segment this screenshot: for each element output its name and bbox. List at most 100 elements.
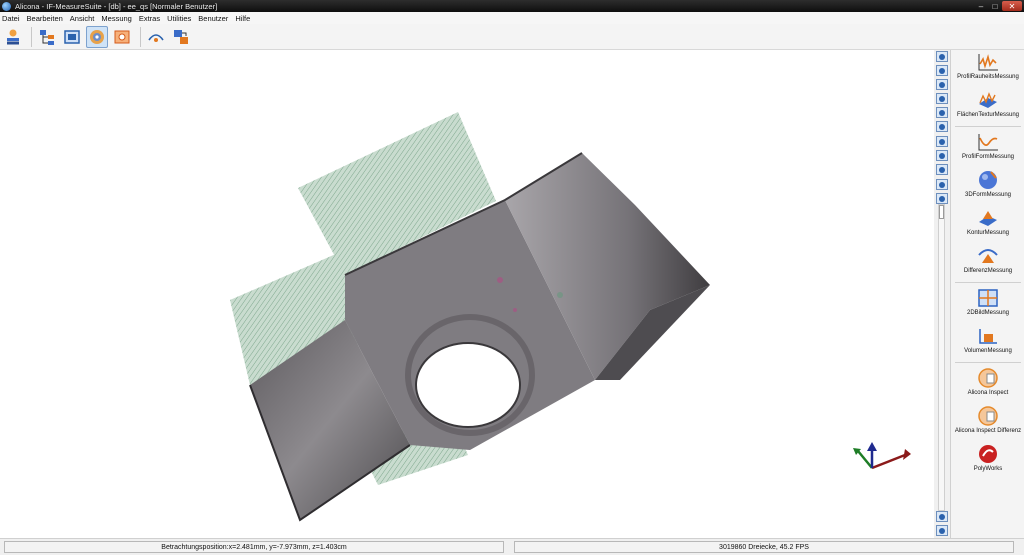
menu-extras[interactable]: Extras [139, 14, 160, 23]
render-info-text: 3019860 Dreiecke, 45.2 FPS [719, 543, 809, 551]
box-view-icon [939, 123, 945, 130]
save-button[interactable] [936, 179, 948, 190]
window-controls: – □ ✕ [974, 1, 1022, 11]
inspect-difference-icon [978, 406, 998, 426]
volume-icon [979, 329, 997, 344]
zoom-in-button[interactable] [936, 51, 948, 62]
texture-speck [497, 277, 503, 283]
frame-select-button[interactable] [61, 26, 83, 48]
polyworks[interactable]: PolyWorks [951, 442, 1024, 478]
3d-form-messung[interactable]: 3DFormMessung [951, 168, 1024, 204]
polyworks-icon [979, 445, 997, 463]
menu-bar: Datei Bearbeiten Ansicht Messung Extras … [0, 12, 1024, 24]
status-bar: Betrachtungsposition:x=2.481mm, y=-7.973… [0, 538, 1024, 555]
zoom-in-icon [939, 53, 945, 60]
side-item-label: 3DFormMessung [964, 192, 1011, 198]
save-icon [939, 181, 945, 188]
texture-speck [557, 292, 563, 298]
close-button[interactable]: ✕ [1002, 1, 1022, 11]
light-button[interactable] [936, 150, 948, 161]
measurement-curve-icon [148, 33, 164, 42]
menu-bearbeiten[interactable]: Bearbeiten [27, 14, 63, 23]
expand-button[interactable] [936, 511, 948, 522]
area-texture-icon [979, 92, 997, 108]
toolbar-separator [31, 26, 32, 47]
window-title: Alicona - IF-MeasureSuite - [db] - ee_qs… [15, 1, 218, 11]
pointer-button[interactable] [936, 136, 948, 147]
measurement-curve-button[interactable] [145, 26, 167, 48]
texture-speck [513, 308, 517, 312]
menu-benutzer[interactable]: Benutzer [198, 14, 228, 23]
zoom-out-button[interactable] [936, 65, 948, 76]
panel-separator [955, 362, 1021, 363]
tree-hierarchy-icon [40, 29, 54, 45]
side-item-label: DifferenzMessung [963, 268, 1013, 274]
home-button[interactable] [936, 79, 948, 90]
maximize-button[interactable]: □ [988, 1, 1002, 11]
contour-icon [979, 211, 997, 226]
difference-icon [978, 249, 998, 263]
fit-button[interactable] [936, 193, 948, 204]
image-view-button[interactable] [111, 26, 133, 48]
panel-separator [955, 282, 1021, 283]
profil-form-messung[interactable]: ProfilFormMessung [951, 130, 1024, 166]
pointer-icon [939, 138, 945, 145]
side-item-label: VolumenMessung [964, 348, 1012, 354]
view-position-field: Betrachtungsposition:x=2.481mm, y=-7.973… [4, 541, 504, 553]
vertical-scrollbar[interactable] [938, 204, 945, 511]
3d-view-icon [90, 29, 104, 44]
side-item-label: 2DBildMessung [966, 310, 1010, 316]
expand-icon [939, 513, 945, 520]
menu-hilfe[interactable]: Hilfe [235, 14, 250, 23]
profil-rauheits-messung[interactable]: ProfilRauheitsMessung [951, 50, 1024, 86]
menu-utilities[interactable]: Utilities [167, 14, 191, 23]
3d-viewport[interactable] [0, 50, 934, 538]
side-item-label: KonturMessung [966, 230, 1010, 236]
main-toolbar [0, 24, 1024, 50]
side-item-label: FlächenTexturMessung [956, 112, 1020, 118]
rotate-icon [939, 95, 945, 102]
menu-ansicht[interactable]: Ansicht [70, 14, 95, 23]
flaechen-textur-messung[interactable]: FlächenTexturMessung [951, 88, 1024, 124]
user-stack-button[interactable] [2, 26, 24, 48]
user-stack-icon [7, 29, 19, 44]
rotate-button[interactable] [936, 93, 948, 104]
volumen-messung[interactable]: VolumenMessung [951, 324, 1024, 360]
2d-bild-messung[interactable]: 2DBildMessung [951, 286, 1024, 322]
title-bar: Alicona - IF-MeasureSuite - [db] - ee_qs… [0, 0, 1024, 12]
3d-view-button[interactable] [86, 25, 108, 48]
home-icon [939, 81, 945, 88]
light-icon [939, 152, 945, 159]
measurement-panel: ProfilRauheitsMessung FlächenTexturMessu… [950, 50, 1024, 538]
minimize-button[interactable]: – [974, 1, 988, 11]
3d-surface-model[interactable] [0, 50, 934, 538]
menu-datei[interactable]: Datei [2, 14, 20, 23]
3d-form-icon [979, 171, 997, 189]
side-item-label: ProfilRauheitsMessung [957, 74, 1019, 80]
toolbar-separator [140, 26, 141, 47]
transfer-button[interactable] [170, 26, 192, 48]
image-view-icon [114, 30, 130, 43]
measure-point-button[interactable] [936, 164, 948, 175]
collapse-button[interactable] [936, 525, 948, 536]
differenz-messung[interactable]: DifferenzMessung [951, 244, 1024, 280]
alicona-inspect-differenz[interactable]: Alicona Inspect Differenz [951, 404, 1024, 440]
alicona-inspect[interactable]: Alicona Inspect [951, 366, 1024, 402]
scrollbar-thumb[interactable] [939, 205, 944, 219]
measure-point-icon [939, 166, 945, 173]
side-item-label: ProfilFormMessung [961, 154, 1014, 160]
alicona-app-icon [2, 1, 11, 11]
kontur-messung[interactable]: KonturMessung [951, 206, 1024, 242]
collapse-icon [939, 527, 945, 534]
tree-hierarchy-button[interactable] [36, 26, 58, 48]
frame-select-icon [64, 29, 80, 44]
menu-messung[interactable]: Messung [101, 14, 131, 23]
box-view-button[interactable] [936, 121, 948, 132]
view-position-text: Betrachtungsposition:x=2.481mm, y=-7.973… [161, 543, 347, 551]
view-tools-strip [935, 50, 949, 538]
side-item-label: Alicona Inspect Differenz [954, 428, 1022, 434]
transfer-icon [174, 29, 188, 44]
rotate-axis-button[interactable] [936, 107, 948, 118]
side-item-label: PolyWorks [973, 466, 1003, 472]
rotate-axis-icon [939, 109, 945, 116]
